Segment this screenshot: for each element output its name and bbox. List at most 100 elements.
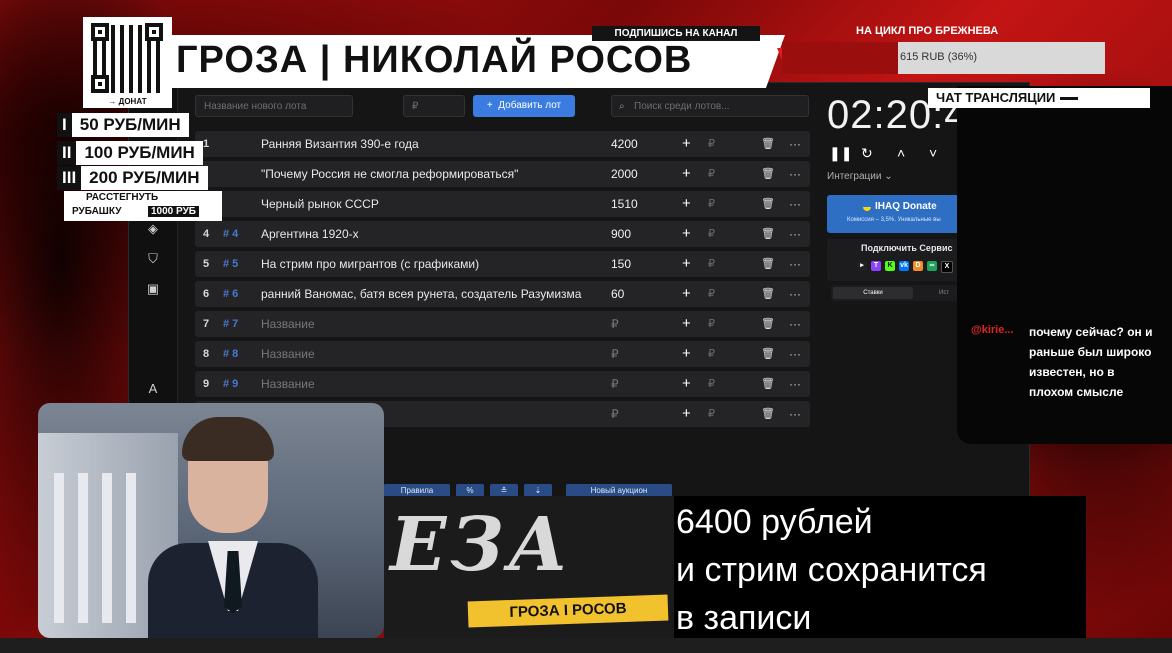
add-lot-button[interactable]: + Добавить лот [473, 95, 575, 117]
more-icon[interactable]: ··· [789, 131, 801, 157]
trash-icon[interactable]: 🗑 [761, 281, 775, 307]
tab-history[interactable]: Ист [939, 287, 949, 299]
chevron-down-icon[interactable]: ˅ [929, 145, 937, 161]
lot-amount-field[interactable]: ₽ [611, 311, 619, 337]
twitch-icon[interactable]: T [871, 261, 881, 271]
translate-icon[interactable]: A [145, 381, 161, 397]
add-amount-icon[interactable]: + [682, 401, 691, 427]
chevron-up-icon[interactable]: ˄ [897, 145, 905, 161]
media-icon[interactable]: ▣ [145, 281, 161, 297]
add-amount-icon[interactable]: + [682, 221, 691, 247]
column [126, 473, 136, 623]
shirt-offer-price: 1000 РУБ [148, 206, 199, 217]
add-amount-input[interactable]: ₽ [708, 251, 715, 277]
new-lot-input[interactable]: Название нового лота [195, 95, 353, 117]
chat-message: почему сейчас? он и раньше был широко из… [1029, 325, 1153, 399]
add-amount-icon[interactable]: + [682, 311, 691, 337]
trash-icon[interactable]: 🗑 [761, 221, 775, 247]
trash-icon[interactable]: 🗑 [761, 371, 775, 397]
lot-number: 1 [203, 138, 210, 150]
add-amount-input[interactable]: ₽ [708, 161, 715, 187]
lot-amount-field[interactable]: 150 [611, 251, 631, 277]
chat-header-line [1060, 97, 1079, 101]
more-icon[interactable]: ··· [789, 341, 801, 367]
trash-icon[interactable]: 🗑 [761, 311, 775, 337]
add-amount-icon[interactable]: + [682, 191, 691, 217]
add-amount-icon[interactable]: + [682, 371, 691, 397]
lot-name-field[interactable]: "Почему Россия не смогла реформироваться… [261, 161, 518, 187]
lot-name-field[interactable]: ранний Ваномас, батя всея рунета, создат… [261, 281, 581, 307]
lot-name-field[interactable]: Аргентина 1920-х [261, 221, 359, 247]
add-amount-input[interactable]: ₽ [708, 311, 715, 337]
trash-icon[interactable]: 🗑 [761, 161, 775, 187]
price-tier-label: 50 РУБ/МИН [79, 115, 181, 134]
trash-icon[interactable]: 🗑 [761, 341, 775, 367]
trash-icon[interactable]: 🗑 [761, 251, 775, 277]
lot-amount-field[interactable]: 60 [611, 281, 624, 307]
add-amount-input[interactable]: ₽ [708, 281, 715, 307]
lot-name-field[interactable]: Ранняя Византия 390-е года [261, 131, 419, 157]
more-icon[interactable]: ··· [789, 371, 801, 397]
chat-username: @kirie... [971, 324, 1014, 336]
infinity-icon[interactable]: ∞ [927, 261, 937, 271]
more-icon[interactable]: ··· [789, 161, 801, 187]
lot-amount-field[interactable]: 1510 [611, 191, 638, 217]
lot-row: 8 # 8 Название ₽ + ₽ 🗑 ··· [195, 341, 810, 367]
subtitle-caption: 6400 рублей и стрим сохранится в записи [674, 496, 1086, 638]
lot-amount-field[interactable]: ₽ [611, 341, 619, 367]
reset-icon[interactable]: ↻ [861, 145, 873, 162]
trash-icon[interactable]: 🗑 [761, 191, 775, 217]
caption-line-1: 6400 рублей [676, 503, 873, 541]
add-amount-icon[interactable]: + [682, 281, 691, 307]
layers-icon[interactable]: ◈ [145, 221, 161, 237]
trash-icon[interactable]: 🗑 [761, 131, 775, 157]
lot-amount-field[interactable]: ₽ [611, 371, 619, 397]
more-icon[interactable]: ··· [789, 401, 801, 427]
shield-icon[interactable]: ⛉ [145, 251, 161, 267]
add-amount-icon[interactable]: + [682, 341, 691, 367]
more-icon[interactable]: ··· [789, 221, 801, 247]
lot-id: # 4 [223, 228, 239, 240]
lot-number: 6 [203, 288, 210, 300]
lot-amount-field[interactable]: 2000 [611, 161, 638, 187]
trash-icon[interactable]: 🗑 [761, 401, 775, 427]
add-amount-icon[interactable]: + [682, 161, 691, 187]
lot-amount-field[interactable]: 4200 [611, 131, 638, 157]
price-tier-badge: II [57, 141, 77, 165]
lot-name-field[interactable]: Черный рынок СССР [261, 191, 379, 217]
more-icon[interactable]: ··· [789, 281, 801, 307]
add-amount-input[interactable]: ₽ [708, 371, 715, 397]
lot-name-field[interactable]: Название [261, 311, 315, 337]
lot-row: "Почему Россия не смогла реформироваться… [195, 161, 810, 187]
add-amount-input[interactable]: ₽ [708, 191, 715, 217]
price-tier-2: II 100 РУБ/МИН [57, 141, 203, 165]
lot-search-input[interactable]: ⌕ Поиск среди лотов... [611, 95, 809, 117]
new-lot-amount-input[interactable]: ₽ [403, 95, 465, 117]
add-amount-input[interactable]: ₽ [708, 131, 715, 157]
lot-name-field[interactable]: Название [261, 371, 315, 397]
donationalerts-icon[interactable]: D [913, 261, 923, 271]
integrations-dropdown[interactable]: Интеграции ⌄ [827, 171, 893, 182]
more-icon[interactable]: ··· [789, 191, 801, 217]
lot-name-field[interactable]: Название [261, 341, 315, 367]
lot-amount-field[interactable]: 900 [611, 221, 631, 247]
lot-row: 7 # 7 Название ₽ + ₽ 🗑 ··· [195, 311, 810, 337]
add-amount-input[interactable]: ₽ [708, 221, 715, 247]
donation-goal-fill [782, 42, 899, 74]
webcam-feed [38, 403, 384, 638]
more-icon[interactable]: ··· [789, 251, 801, 277]
add-amount-input[interactable]: ₽ [708, 341, 715, 367]
kick-icon[interactable]: K [885, 261, 895, 271]
add-amount-icon[interactable]: + [682, 131, 691, 157]
add-amount-input[interactable]: ₽ [708, 401, 715, 427]
lot-row: 9 # 9 Название ₽ + ₽ 🗑 ··· [195, 371, 810, 397]
tab-bids[interactable]: Ставки [833, 287, 913, 299]
vk-icon[interactable]: vk [899, 261, 909, 271]
more-icon[interactable]: ··· [789, 311, 801, 337]
x-icon[interactable]: X [941, 261, 953, 273]
lot-amount-field[interactable]: ₽ [611, 401, 619, 427]
youtube-icon[interactable]: ▸ [857, 261, 867, 271]
pause-icon[interactable]: ❚❚ [829, 145, 852, 162]
lot-name-field[interactable]: На стрим про мигрантов (с графиками) [261, 251, 479, 277]
add-amount-icon[interactable]: + [682, 251, 691, 277]
